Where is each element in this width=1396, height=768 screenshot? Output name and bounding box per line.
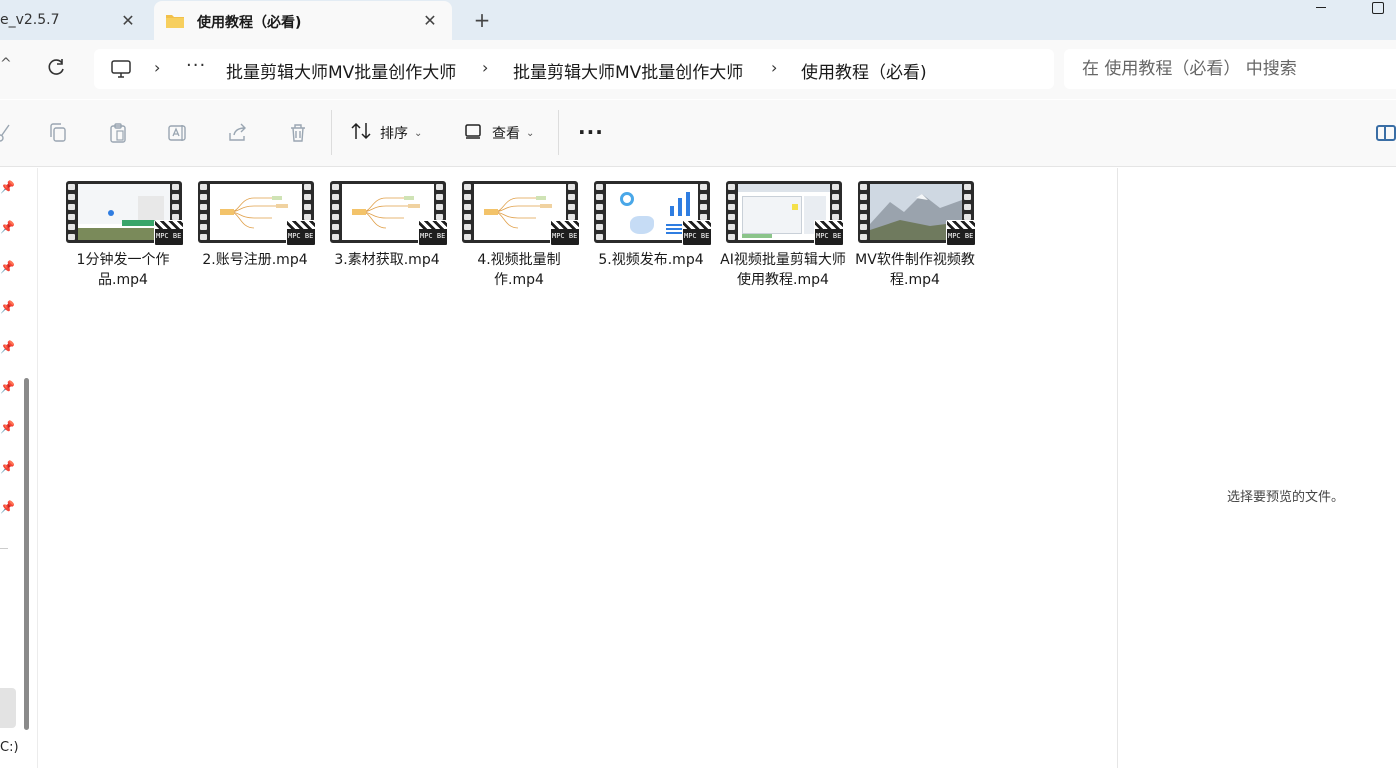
- maximize-button[interactable]: [1372, 2, 1384, 14]
- copy-icon[interactable]: [46, 121, 70, 145]
- search-box: [1064, 49, 1396, 89]
- view-icon: [464, 122, 484, 144]
- refresh-icon[interactable]: [44, 56, 68, 80]
- navigation-pane: 📌 📌 📌 📌 📌 📌 📌 📌 📌: [0, 168, 38, 768]
- chevron-right-icon[interactable]: ›: [482, 58, 488, 77]
- nav-scrollbar[interactable]: [24, 378, 29, 730]
- cut-icon[interactable]: [0, 121, 16, 145]
- breadcrumb-more[interactable]: ···: [186, 55, 206, 76]
- toolbar-divider: [331, 110, 332, 155]
- chevron-right-icon[interactable]: ›: [771, 58, 777, 77]
- chevron-down-icon: ⌄: [526, 127, 535, 139]
- pin-icon[interactable]: 📌: [0, 380, 15, 394]
- file-name[interactable]: 3.素材获取.mp4: [322, 250, 452, 270]
- paste-icon[interactable]: [106, 121, 130, 145]
- breadcrumb-item[interactable]: 批量剪辑大师MV批量创作大师: [513, 58, 743, 83]
- pin-icon[interactable]: 📌: [0, 340, 15, 354]
- tab-active[interactable]: 使用教程（必看) ✕: [154, 1, 452, 41]
- minimize-button[interactable]: [1310, 0, 1334, 16]
- preview-message: 选择要预览的文件。: [1227, 490, 1345, 505]
- breadcrumb-item[interactable]: 批量剪辑大师MV批量创作大师: [226, 58, 456, 83]
- pin-icon[interactable]: 📌: [0, 460, 15, 474]
- pin-icon[interactable]: 📌: [0, 180, 15, 194]
- rename-icon[interactable]: [166, 121, 190, 145]
- chevron-down-icon: ⌄: [414, 127, 423, 139]
- view-label: 查看: [492, 126, 520, 142]
- mpc-be-icon: MPC BE: [682, 220, 712, 246]
- delete-icon[interactable]: [286, 121, 310, 145]
- toolbar-divider: [558, 110, 559, 155]
- more-options-button[interactable]: ···: [578, 120, 604, 144]
- up-arrow-icon[interactable]: ^: [0, 56, 12, 72]
- pin-icon[interactable]: 📌: [0, 500, 15, 514]
- sort-button[interactable]: 排序 ⌄: [350, 121, 422, 145]
- chevron-right-icon[interactable]: ›: [154, 58, 160, 77]
- new-tab-button[interactable]: +: [470, 8, 494, 32]
- preview-pane: [1117, 168, 1396, 768]
- share-icon[interactable]: [226, 121, 250, 145]
- nav-divider: [0, 548, 8, 549]
- mpc-be-icon: MPC BE: [418, 220, 448, 246]
- file-name[interactable]: 1分钟发一个作品.mp4: [58, 250, 188, 290]
- file-name[interactable]: MV软件制作视频教程.mp4: [850, 250, 980, 290]
- file-name[interactable]: 5.视频发布.mp4: [586, 250, 716, 270]
- sort-icon: [350, 121, 372, 145]
- command-bar: [0, 100, 1396, 167]
- tab-title: e_v2.5.7: [0, 12, 60, 28]
- mpc-be-icon: MPC BE: [550, 220, 580, 246]
- pin-icon[interactable]: 📌: [0, 300, 15, 314]
- file-name[interactable]: 4.视频批量制作.mp4: [454, 250, 584, 290]
- pin-icon[interactable]: 📌: [0, 260, 15, 274]
- nav-drive-label[interactable]: C:): [0, 740, 19, 755]
- close-icon[interactable]: ✕: [116, 8, 140, 32]
- search-input[interactable]: [1082, 58, 1382, 80]
- mpc-be-icon: MPC BE: [286, 220, 316, 246]
- sort-label: 排序: [380, 126, 408, 142]
- folder-icon: [165, 12, 185, 34]
- breadcrumb-item[interactable]: 使用教程（必看): [801, 58, 927, 83]
- pin-icon[interactable]: 📌: [0, 420, 15, 434]
- mpc-be-icon: MPC BE: [814, 220, 844, 246]
- tab-inactive[interactable]: e_v2.5.7 ✕: [0, 0, 150, 40]
- file-name[interactable]: 2.账号注册.mp4: [190, 250, 320, 270]
- view-button[interactable]: 查看 ⌄: [464, 121, 534, 145]
- mpc-be-icon: MPC BE: [154, 220, 184, 246]
- nav-selected-item[interactable]: [0, 688, 16, 728]
- details-pane-icon[interactable]: [1376, 125, 1396, 141]
- tab-title: 使用教程（必看): [197, 15, 302, 31]
- close-icon[interactable]: ✕: [418, 8, 442, 32]
- computer-icon[interactable]: [110, 58, 132, 80]
- pin-icon[interactable]: 📌: [0, 220, 15, 234]
- file-name[interactable]: AI视频批量剪辑大师使用教程.mp4: [718, 250, 848, 290]
- mpc-be-icon: MPC BE: [946, 220, 976, 246]
